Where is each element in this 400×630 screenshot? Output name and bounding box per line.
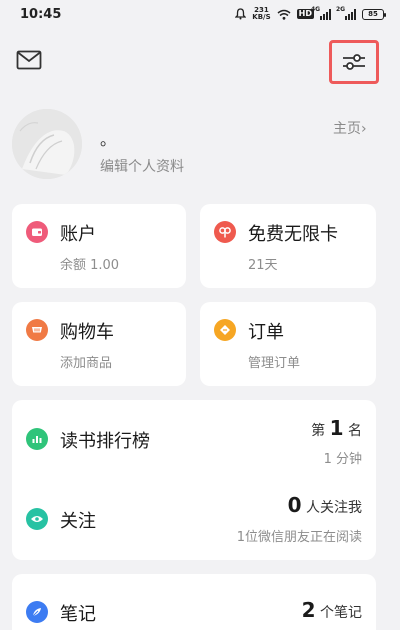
follow-title: 关注	[60, 511, 96, 532]
eye-icon	[26, 508, 48, 530]
followers-count-value: 0	[287, 493, 302, 517]
homepage-label: 主页	[333, 121, 361, 137]
cart-subtitle: 添加商品	[60, 356, 113, 371]
ranking-chart-icon	[26, 428, 48, 450]
notes-count-value: 2	[301, 598, 316, 622]
wifi-icon	[277, 9, 291, 20]
notes-count: 2 个笔记	[301, 598, 362, 622]
orders-title: 订单	[248, 322, 284, 343]
notes-card[interactable]: 笔记 2 个笔记	[12, 574, 376, 630]
signal-sim2-icon: 2G	[336, 6, 356, 20]
network-speed: 231 KB/S	[252, 6, 271, 21]
reading-duration: 1 分钟	[323, 452, 362, 467]
avatar[interactable]	[12, 109, 82, 179]
edit-profile-link[interactable]: 编辑个人资料	[100, 156, 184, 176]
ranking-title: 读书排行榜	[60, 431, 150, 452]
cart-icon	[26, 319, 48, 341]
homepage-link[interactable]: 主页›	[333, 118, 367, 138]
orders-subtitle: 管理订单	[248, 356, 301, 371]
status-icons: 231 KB/S HD 4G 2G 85	[235, 6, 386, 21]
order-icon	[214, 319, 236, 341]
chevron-right-icon: ›	[361, 121, 367, 137]
followers-count: 0 人关注我	[287, 493, 362, 517]
sliders-icon	[343, 54, 365, 70]
mail-icon[interactable]	[16, 50, 42, 72]
notes-title: 笔记	[60, 604, 96, 625]
bell-icon	[235, 8, 247, 20]
battery-indicator: 85	[362, 8, 386, 20]
account-title: 账户	[60, 224, 96, 245]
stats-card: 读书排行榜 第 1 名 1 分钟 关注 0 人关注我 1位微信朋友正在阅读	[12, 400, 376, 560]
account-balance: 余额 1.00	[60, 258, 120, 273]
rank-value: 1	[329, 416, 344, 440]
rank-position: 第 1 名	[311, 416, 362, 440]
follow-row[interactable]: 关注 0 人关注我 1位微信朋友正在阅读	[12, 480, 376, 560]
account-card[interactable]: 账户 余额 1.00	[12, 204, 186, 288]
status-bar: 10:45 231 KB/S HD 4G 2G 85	[0, 0, 400, 28]
orders-card[interactable]: 订单 管理订单	[200, 302, 376, 386]
status-time: 10:45	[20, 6, 62, 22]
wallet-icon	[26, 221, 48, 243]
profile-page: 10:45 231 KB/S HD 4G 2G 85 。 编辑个人资料 主页› …	[0, 0, 400, 630]
settings-sliders-button[interactable]	[329, 40, 379, 84]
friends-reading: 1位微信朋友正在阅读	[236, 530, 362, 545]
ranking-row[interactable]: 读书排行榜 第 1 名 1 分钟	[12, 400, 376, 480]
cart-title: 购物车	[60, 322, 114, 343]
feather-icon	[26, 601, 48, 623]
infinity-card-icon	[214, 221, 236, 243]
unlimited-card-card[interactable]: 免费无限卡 21天	[200, 204, 376, 288]
unlimited-card-title: 免费无限卡	[248, 224, 338, 245]
unlimited-card-days: 21天	[248, 258, 278, 273]
signal-sim1-icon: 4G	[311, 6, 331, 20]
nickname: 。	[100, 130, 117, 149]
cart-card[interactable]: 购物车 添加商品	[12, 302, 186, 386]
